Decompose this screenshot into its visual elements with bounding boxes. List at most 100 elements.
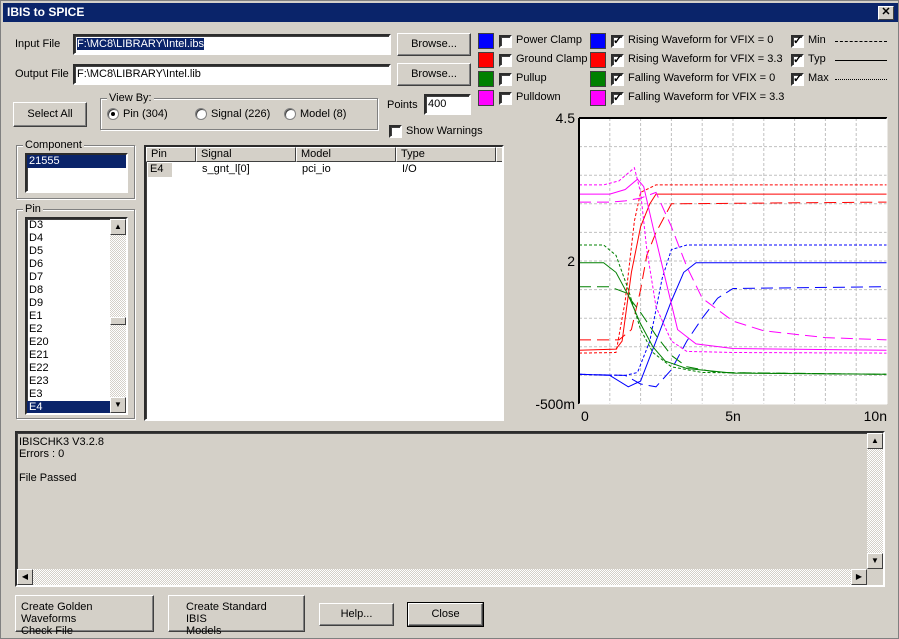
standard-line2: Models	[186, 625, 222, 637]
waveform-chart: 4.5 2 -500m 0 5n 10n	[535, 110, 888, 424]
help-button[interactable]: Help...	[319, 603, 394, 626]
points-input[interactable]: 400	[424, 94, 471, 115]
radio-signal[interactable]	[195, 108, 207, 120]
checkmark-icon: ✓	[613, 73, 623, 85]
power-clamp-checkbox[interactable]	[499, 35, 512, 48]
component-title: Component	[23, 139, 84, 151]
points-value: 400	[428, 98, 447, 110]
create-golden-waveforms-button[interactable]: Create Golden Waveforms Check File	[15, 595, 154, 637]
log-vertical-scrollbar[interactable]	[867, 433, 883, 569]
rising-vfix0-checkbox[interactable]: ✓	[611, 35, 624, 48]
radio-model-label: Model (8)	[300, 108, 347, 120]
log-horizontal-scrollbar[interactable]	[17, 569, 867, 585]
log-scroll-down-button[interactable]: ▼	[867, 553, 883, 569]
falling-vfix33-checkbox[interactable]: ✓	[611, 92, 624, 105]
column-header-type[interactable]: Type	[396, 147, 496, 162]
select-all-button[interactable]: Select All	[13, 102, 87, 127]
scroll-up-button[interactable]: ▲	[110, 219, 126, 235]
log-scroll-right-button[interactable]: ▶	[851, 569, 867, 585]
falling-vfix33-swatch[interactable]	[590, 90, 606, 106]
power-clamp-label: Power Clamp	[516, 34, 583, 46]
column-header-pin[interactable]: Pin	[146, 147, 196, 162]
pullup-label: Pullup	[516, 72, 547, 84]
radio-pin[interactable]	[107, 108, 119, 120]
y-tick-label: -500m	[535, 396, 575, 412]
pin-list-item[interactable]: E21	[27, 349, 112, 362]
standard-line1: Create Standard IBIS	[186, 601, 267, 625]
pin-title: Pin	[23, 203, 43, 215]
log-line: Errors : 0	[19, 448, 65, 460]
checkmark-icon: ✓	[793, 73, 803, 85]
pin-list-item[interactable]: D4	[27, 232, 112, 245]
pin-list-item[interactable]: D7	[27, 271, 112, 284]
pullup-swatch[interactable]	[478, 71, 494, 87]
component-item[interactable]: 21555	[27, 155, 126, 168]
min-checkbox[interactable]: ✓	[791, 35, 804, 48]
falling-vfix0-swatch[interactable]	[590, 71, 606, 87]
falling-vfix0-checkbox[interactable]: ✓	[611, 73, 624, 86]
pin-list-item[interactable]: E22	[27, 362, 112, 375]
pin-list-item[interactable]: E1	[27, 310, 112, 323]
checkmark-icon: ✓	[793, 35, 803, 47]
pin-list-item[interactable]: E23	[27, 375, 112, 388]
log-lines: IBISCHK3 V3.2.8 Errors : 0 File Passed	[19, 436, 881, 484]
pin-list-item[interactable]: E3	[27, 388, 112, 401]
pullup-checkbox[interactable]	[499, 73, 512, 86]
log-line: File Passed	[19, 472, 77, 484]
component-list[interactable]: 21555	[25, 153, 128, 193]
scroll-down-button[interactable]: ▼	[110, 397, 126, 413]
typ-line-sample	[835, 60, 887, 61]
show-warnings-checkbox[interactable]	[389, 125, 402, 138]
arrow-down-icon: ▼	[871, 556, 879, 565]
min-line-sample	[835, 41, 887, 42]
close-icon: ✕	[881, 6, 891, 18]
pulldown-swatch[interactable]	[478, 90, 494, 106]
column-header-model[interactable]: Model	[296, 147, 396, 162]
log-output[interactable]: IBISCHK3 V3.2.8 Errors : 0 File Passed ▲ ▼…	[15, 431, 885, 587]
pin-list-item[interactable]: D6	[27, 258, 112, 271]
typ-checkbox[interactable]: ✓	[791, 54, 804, 67]
radio-selected-dot	[111, 112, 115, 116]
rising-vfix33-swatch[interactable]	[590, 52, 606, 68]
browse-output-button[interactable]: Browse...	[397, 63, 471, 86]
pin-list-item[interactable]: D9	[27, 297, 112, 310]
close-window-button[interactable]: ✕	[878, 6, 894, 20]
column-header-signal[interactable]: Signal	[196, 147, 296, 162]
pin-list-item[interactable]: D3	[27, 219, 112, 232]
power-clamp-swatch[interactable]	[478, 33, 494, 49]
show-warnings-label: Show Warnings	[406, 125, 483, 137]
pin-list-item[interactable]: E2	[27, 323, 112, 336]
log-scroll-left-button[interactable]: ◀	[17, 569, 33, 585]
cell-type: I/O	[402, 163, 417, 175]
pin-table[interactable]: Pin Signal Model Type E4 s_gnt_l[0] pci_…	[144, 145, 504, 421]
max-checkbox[interactable]: ✓	[791, 73, 804, 86]
pin-list-item[interactable]: D8	[27, 284, 112, 297]
rising-vfix0-swatch[interactable]	[590, 33, 606, 49]
pin-list-item[interactable]: E4	[27, 401, 112, 413]
table-row[interactable]: E4 s_gnt_l[0] pci_io I/O	[146, 163, 502, 177]
ground-clamp-checkbox[interactable]	[499, 54, 512, 67]
arrow-down-icon: ▼	[114, 400, 122, 409]
log-scroll-up-button[interactable]: ▲	[867, 433, 883, 449]
radio-model[interactable]	[284, 108, 296, 120]
falling-vfix0-label: Falling Waveform for VFIX = 0	[628, 72, 776, 84]
ground-clamp-swatch[interactable]	[478, 52, 494, 68]
pulldown-checkbox[interactable]	[499, 92, 512, 105]
input-file-field[interactable]: F:\MC8\LIBRARY\Intel.ibs	[73, 34, 391, 55]
pin-list-item[interactable]: E20	[27, 336, 112, 349]
x-tick-label: 10n	[864, 408, 887, 424]
pin-list-scrollbar[interactable]	[110, 219, 126, 413]
scroll-thumb[interactable]	[110, 317, 126, 325]
pin-group: Pin D3 D4 D5 D6 D7 D8 D9 E1 E2 E20 E21 E22 E23 E3 E4 ▲…	[16, 203, 135, 419]
pin-list[interactable]: D3 D4 D5 D6 D7 D8 D9 E1 E2 E20 E21 E22 E23 E3 E4 ▲ ▼	[25, 217, 128, 415]
browse-input-button[interactable]: Browse...	[397, 33, 471, 56]
radio-pin-label: Pin (304)	[123, 108, 168, 120]
output-file-field[interactable]: F:\MC8\LIBRARY\Intel.lib	[73, 64, 391, 85]
rising-vfix33-checkbox[interactable]: ✓	[611, 54, 624, 67]
points-label: Points	[387, 99, 418, 111]
checkmark-icon: ✓	[793, 54, 803, 66]
create-standard-ibis-button[interactable]: Create Standard IBIS Models	[168, 595, 305, 637]
close-button[interactable]: Close	[407, 602, 484, 627]
cell-model: pci_io	[302, 163, 331, 175]
pin-list-item[interactable]: D5	[27, 245, 112, 258]
